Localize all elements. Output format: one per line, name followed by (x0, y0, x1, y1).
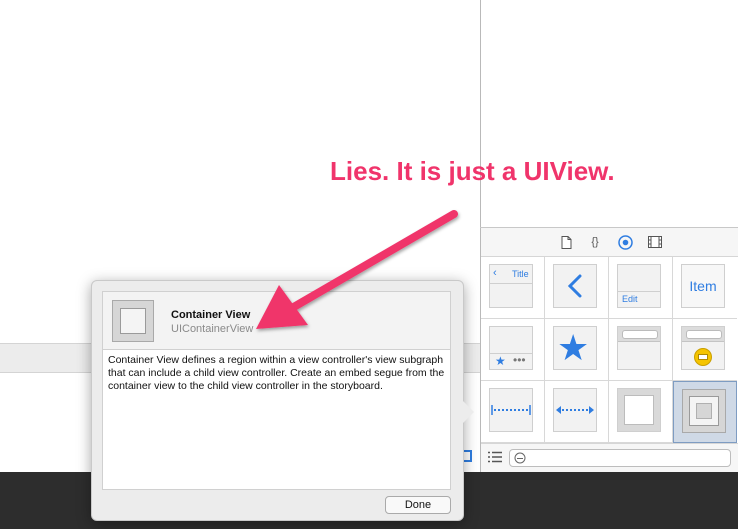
library-filter-input[interactable] (509, 449, 731, 467)
library-item-bar-button-item[interactable]: Item (673, 257, 737, 319)
toolbar-edit-label: Edit (622, 294, 638, 304)
star-icon: ★ (495, 354, 506, 368)
object-info-popover: Container View UIContainerView Container… (91, 280, 474, 521)
tab-bar-item-thumbnail: ★ (553, 326, 597, 370)
object-library-grid: ‹ Title Edit Item ★ ••• ★ (481, 257, 738, 443)
container-view-thumbnail (682, 389, 726, 433)
library-item-search-bar[interactable] (609, 319, 673, 381)
library-item-navigation-bar[interactable]: ‹ Title (481, 257, 545, 319)
popover-class-name: UIContainerView (171, 323, 254, 335)
library-item-fixed-space[interactable] (481, 381, 545, 443)
search-bar-scope-thumbnail (681, 326, 725, 370)
item-label: Item (689, 278, 717, 294)
toolbar-thumbnail: Edit (617, 264, 661, 308)
search-field-icon (622, 330, 658, 339)
container-view-icon (112, 300, 154, 342)
flexible-space-thumbnail (553, 388, 597, 432)
chevron-left-icon: ‹ (493, 267, 497, 279)
bar-button-item-thumbnail: Item (681, 264, 725, 308)
scope-circle-icon (694, 348, 712, 366)
library-selector-bar: {} (481, 228, 738, 257)
list-view-icon[interactable] (488, 450, 502, 468)
nav-title-label: Title (512, 269, 529, 279)
star-icon: ★ (557, 327, 590, 368)
library-item-view[interactable] (609, 381, 673, 443)
popover-title: Container View (171, 309, 251, 321)
flexible-space-icon (556, 406, 594, 414)
search-bar-thumbnail (617, 326, 661, 370)
done-button[interactable]: Done (385, 496, 451, 514)
fixed-space-icon (491, 405, 531, 415)
library-item-tab-bar-item[interactable]: ★ (545, 319, 609, 381)
code-braces-icon[interactable]: {} (587, 234, 603, 250)
chevron-left-icon (567, 274, 582, 298)
media-library-icon[interactable] (647, 234, 663, 250)
back-button-thumbnail (553, 264, 597, 308)
library-item-tab-bar[interactable]: ★ ••• (481, 319, 545, 381)
object-library-icon[interactable] (617, 234, 633, 250)
tab-bar-thumbnail: ★ ••• (489, 326, 533, 370)
popover-arrow (460, 398, 474, 426)
popover-description: Container View defines a region within a… (102, 350, 451, 490)
filter-icon (514, 452, 526, 464)
library-item-container-view[interactable] (673, 381, 737, 443)
popover-header: Container View UIContainerView (102, 291, 451, 350)
library-item-toolbar[interactable]: Edit (609, 257, 673, 319)
library-item-flexible-space[interactable] (545, 381, 609, 443)
library-filter-bar (481, 443, 738, 473)
annotation-text: Lies. It is just a UIView. (330, 156, 615, 186)
library-item-back-button[interactable] (545, 257, 609, 319)
search-field-icon (686, 330, 722, 339)
library-item-search-bar-scope[interactable] (673, 319, 737, 381)
navigation-bar-thumbnail: ‹ Title (489, 264, 533, 308)
more-icon: ••• (513, 353, 526, 367)
fixed-space-thumbnail (489, 388, 533, 432)
view-thumbnail (617, 388, 661, 432)
file-icon[interactable] (558, 234, 574, 250)
